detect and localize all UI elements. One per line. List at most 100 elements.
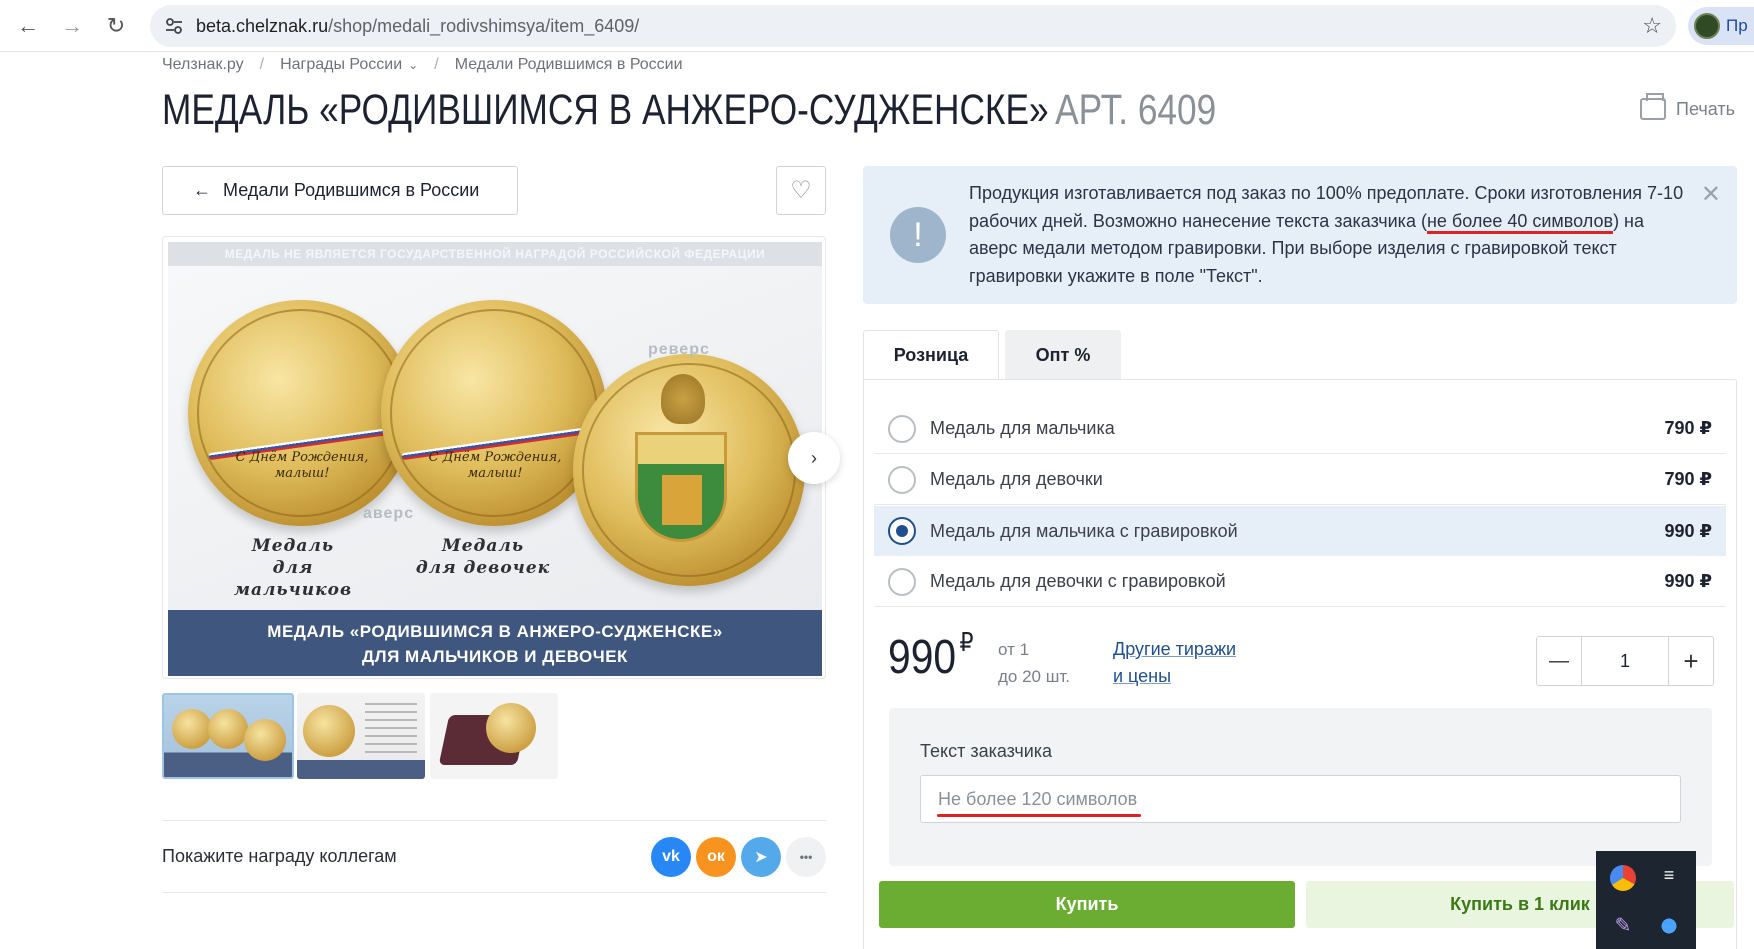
medal-reverse-image xyxy=(573,354,805,586)
thumb-medal xyxy=(172,709,212,749)
avers-label: аверс xyxy=(363,505,415,522)
customer-text-label: Текст заказчика xyxy=(920,741,1053,761)
vk-share-button[interactable]: vk xyxy=(651,837,691,877)
other-runs-line2: и цены xyxy=(1113,666,1172,686)
thumbnail-2[interactable] xyxy=(297,693,425,779)
telegram-share-button[interactable]: ➤ xyxy=(741,837,781,877)
minus-button[interactable]: — xyxy=(1537,637,1581,685)
range-from: от 1 xyxy=(998,640,1030,659)
forward-icon[interactable]: → xyxy=(56,10,88,42)
option-radio[interactable] xyxy=(888,567,916,596)
quantity-input[interactable]: 1 xyxy=(1581,637,1669,685)
thumb-medal xyxy=(303,705,355,757)
breadcrumb-category[interactable]: Медали Родившимся в России xyxy=(455,56,683,74)
product-title: МЕДАЛЬ «РОДИВШИМСЯ В АНЖЕРО-СУДЖЕНСКЕ» xyxy=(162,86,1049,134)
avatar xyxy=(1694,13,1720,39)
price-value: 990 xyxy=(888,631,957,684)
buy-button[interactable]: Купить xyxy=(879,881,1295,928)
plus-button[interactable]: + xyxy=(1669,637,1713,685)
medal-girls-image: С Днём Рождения, малыш! xyxy=(381,300,607,526)
more-share-button[interactable]: ••• xyxy=(786,837,826,877)
coat-of-arms-image xyxy=(635,432,727,542)
option-row-selected[interactable]: Медаль для мальчика с гравировкой 990 ₽ xyxy=(874,506,1726,556)
reload-icon[interactable]: ↻ xyxy=(100,10,132,42)
browser-tray-icon[interactable] xyxy=(1610,865,1636,891)
banner-line-2: ДЛЯ МАЛЬЧИКОВ И ДЕВОЧЕК xyxy=(362,647,628,666)
divider xyxy=(162,892,826,893)
eagle-emblem xyxy=(661,374,705,424)
heart-icon: ♡ xyxy=(790,177,812,204)
arrow-left-icon: ← xyxy=(193,180,211,200)
print-label: Печать xyxy=(1676,98,1735,119)
profile-label: Пр xyxy=(1726,16,1748,35)
telegram-icon: ➤ xyxy=(754,849,768,866)
network-tray-icon[interactable] xyxy=(1656,913,1682,939)
chevron-right-icon: › xyxy=(811,447,817,468)
bookmark-star-icon[interactable]: ☆ xyxy=(1642,13,1662,39)
next-slide-button[interactable]: › xyxy=(788,432,840,484)
breadcrumb-separator: / xyxy=(259,56,265,73)
option-price: 790 ₽ xyxy=(1664,469,1712,489)
thumb-medal xyxy=(208,709,248,749)
back-icon[interactable]: ← xyxy=(12,10,44,42)
thumb-medal xyxy=(244,719,286,761)
profile-button[interactable]: Пр xyxy=(1688,7,1754,45)
quantity-range: от 1 до 20 шт. xyxy=(998,636,1070,690)
ok-share-button[interactable]: ок xyxy=(696,837,736,877)
caption-boys-line1: Медаль xyxy=(251,536,335,556)
product-image[interactable]: МЕДАЛЬ НЕ ЯВЛЯЕТСЯ ГОСУДАРСТВЕННОЙ НАГРА… xyxy=(162,236,826,679)
chevron-down-icon[interactable]: ⌄ xyxy=(408,58,418,72)
option-label: Медаль для мальчика xyxy=(930,418,1115,438)
notice-underlined: не более 40 символов xyxy=(1426,210,1614,234)
option-row[interactable]: Медаль для девочки с гравировкой 990 ₽ xyxy=(874,557,1726,607)
other-runs-link[interactable]: Другие тиражи и цены xyxy=(1113,636,1236,690)
url-path: /shop/medali_rodivshimsya/item_6409/ xyxy=(328,16,640,36)
option-row[interactable]: Медаль для мальчика 790 ₽ xyxy=(874,404,1726,454)
image-banner: МЕДАЛЬ «РОДИВШИМСЯ В АНЖЕРО-СУДЖЕНСКЕ» Д… xyxy=(168,610,822,676)
option-label: Медаль для девочки с гравировкой xyxy=(930,571,1226,591)
medal-boys-inscription: С Днём Рождения, малыш! xyxy=(235,450,369,481)
breadcrumb-awards[interactable]: Награды России xyxy=(280,56,402,74)
range-to: до 20 шт. xyxy=(998,667,1070,686)
banner-line-1: МЕДАЛЬ «РОДИВШИМСЯ В АНЖЕРО-СУДЖЕНСКЕ» xyxy=(267,622,723,641)
close-icon[interactable]: ✕ xyxy=(1701,180,1721,209)
caption-girls: Медаль для девочек xyxy=(408,535,558,579)
system-tray-popup: ≡ ✎ xyxy=(1596,851,1696,949)
tab-wholesale[interactable]: Опт % xyxy=(1005,330,1121,380)
browser-toolbar: ← → ↻ beta.chelznak.ru/shop/medali_rodiv… xyxy=(0,0,1754,52)
red-underline-annotation xyxy=(937,814,1141,817)
breadcrumb: Челзнак.ру / Награды России ⌄ / Медали Родивш… xyxy=(162,56,683,74)
order-notice: ! Продукция изготавливается под заказ по… xyxy=(863,166,1737,304)
customer-text-placeholder: Не более 120 символов xyxy=(938,789,1138,809)
caption-boys: Медаль для мальчиков xyxy=(218,535,368,601)
more-icon: ••• xyxy=(799,850,813,864)
address-bar[interactable]: beta.chelznak.ru/shop/medali_rodivshimsy… xyxy=(150,5,1676,47)
revers-label: реверс xyxy=(648,341,710,358)
tab-retail[interactable]: Розница xyxy=(863,330,999,380)
other-runs-line1: Другие тиражи xyxy=(1113,639,1237,659)
option-radio[interactable] xyxy=(888,517,916,545)
caption-boys-line2: для мальчиков xyxy=(233,558,353,600)
article-number: АРТ. 6409 xyxy=(1055,86,1217,134)
option-radio[interactable] xyxy=(888,465,916,494)
caption-girls-line2: для девочек xyxy=(415,558,551,578)
feather-tray-icon[interactable]: ✎ xyxy=(1610,913,1636,939)
site-settings-icon[interactable] xyxy=(164,16,184,36)
notification-tray-icon[interactable]: ≡ xyxy=(1656,865,1682,891)
back-to-category-button[interactable]: ← Медали Родившимся в России xyxy=(162,166,518,215)
option-row[interactable]: Медаль для девочки 790 ₽ xyxy=(874,455,1726,505)
thumbnail-1[interactable] xyxy=(162,693,294,779)
flag-stripe xyxy=(401,426,591,461)
favorite-button[interactable]: ♡ xyxy=(776,166,826,215)
option-price: 790 ₽ xyxy=(1664,418,1712,438)
option-radio[interactable] xyxy=(888,414,916,443)
print-button[interactable]: Печать xyxy=(1640,93,1735,120)
option-price: 990 ₽ xyxy=(1664,520,1712,541)
ok-icon: ок xyxy=(707,848,725,865)
option-price: 990 ₽ xyxy=(1664,571,1712,591)
breadcrumb-home[interactable]: Челзнак.ру xyxy=(162,56,244,74)
option-label: Медаль для мальчика с гравировкой xyxy=(930,520,1238,541)
option-label: Медаль для девочки xyxy=(930,469,1103,489)
medal-girls-inscription: С Днём Рождения, малыш! xyxy=(428,450,562,481)
thumbnail-3[interactable] xyxy=(430,693,558,779)
